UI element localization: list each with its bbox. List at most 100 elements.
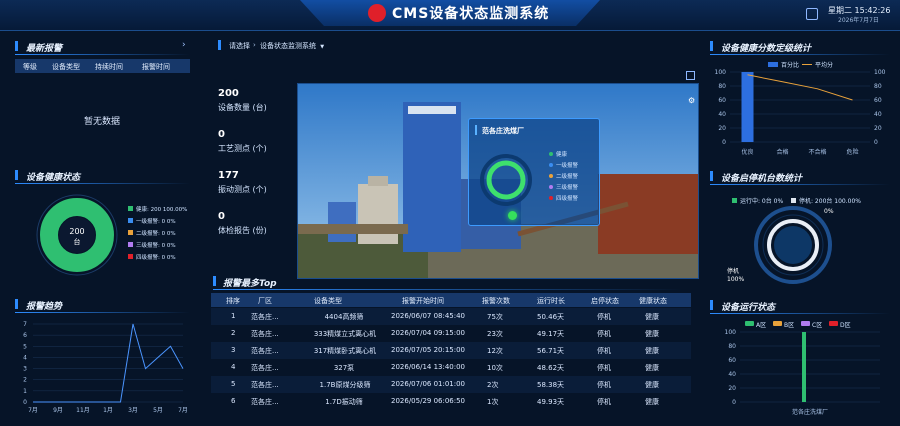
cell-run-status: 停机 <box>597 313 611 321</box>
selector-marker <box>218 40 221 50</box>
legend-stop-label: 停机: 200台 100.00% <box>799 198 861 205</box>
cell-factory: 范各庄... <box>251 313 279 321</box>
grade-avg-line <box>747 74 853 101</box>
y-tick-label-right: 80 <box>874 83 882 90</box>
table-row[interactable]: 1 范各庄... 4404高频筛 2026/06/07 08:45:40 75次… <box>211 308 691 325</box>
silo-left <box>358 184 398 244</box>
x-tick-label: 不合格 <box>808 148 826 156</box>
panel-underline <box>15 183 190 184</box>
legend-label: 二级报警 <box>556 174 579 180</box>
right-plant <box>598 174 698 254</box>
expand-icon[interactable] <box>686 71 695 80</box>
cell-factory: 范各庄... <box>251 398 279 406</box>
y-tick-label-left: 100 <box>715 69 727 76</box>
legend-swatch <box>128 218 133 223</box>
table-row[interactable]: 5 范各庄... 1.7B原煤分级筛 2026/07/06 01:01:00 2… <box>211 376 691 393</box>
warehouse <box>298 224 408 234</box>
header-date: 2026年7月7日 <box>838 17 879 24</box>
gear-icon[interactable]: ⚙ <box>688 96 695 105</box>
tower-roof <box>408 106 456 114</box>
area-bars <box>802 332 806 402</box>
panel-marker <box>710 300 713 310</box>
silo-cap <box>368 176 388 186</box>
cell-runtime: 50.46天 <box>537 313 565 321</box>
plant-name: 范各庄洗煤厂 <box>482 127 524 135</box>
top-alarm-title: 报警最多Top <box>223 279 277 289</box>
table-row[interactable]: 4 范各庄... 327泵 2026/06/14 13:40:00 10次 48… <box>211 359 691 376</box>
y-tick-label-right: 0 <box>874 139 878 146</box>
legend-label: 健康: 200 100.00% <box>136 207 188 213</box>
cell-rank: 4 <box>231 363 236 371</box>
legend-label: 一级报警 <box>556 163 579 169</box>
selector-prompt: 请选择 <box>229 42 250 50</box>
col-alarm-start: 报警开始时间 <box>402 297 444 305</box>
stat-label: 工艺测点 (个) <box>218 144 267 153</box>
x-tick-label: 9月 <box>53 407 63 414</box>
y-tick-label-left: 40 <box>718 111 726 118</box>
y-tick-label: 40 <box>728 371 736 378</box>
table-row[interactable]: 2 范各庄... 333精煤立式离心机 2026/07/04 09:15:00 … <box>211 325 691 342</box>
panel-marker <box>15 299 18 309</box>
y-tick-label: 4 <box>23 354 27 361</box>
area-chart: 100 80 60 40 20 0 范各庄洗煤厂 <box>725 329 880 416</box>
col-device-type: 设备类型 <box>52 63 80 71</box>
y-tick-label: 60 <box>728 357 736 364</box>
y-tick-label: 7 <box>23 321 27 328</box>
table-row[interactable]: 3 范各庄... 317精煤卧式离心机 2026/07/05 20:15:00 … <box>211 342 691 359</box>
panel-underline <box>15 54 190 55</box>
col-run-status: 启停状态 <box>591 297 619 305</box>
y-tick-label-left: 80 <box>718 83 726 90</box>
cell-start: 2026/07/06 01:01:00 <box>391 380 466 388</box>
company-logo <box>368 4 386 22</box>
chevron-right-icon[interactable]: › <box>182 40 186 50</box>
plant-health-ring <box>480 154 532 206</box>
calendar-icon[interactable] <box>806 8 818 20</box>
col-duration: 持续时间 <box>95 63 123 71</box>
legend-label: 四级报警: 0 0% <box>136 255 176 261</box>
system-select[interactable]: 设备状态监测系统 ▼ <box>260 41 324 51</box>
alarm-table-header: 等级 设备类型 持续时间 报警时间 <box>15 59 190 73</box>
cell-run-status: 停机 <box>597 330 611 338</box>
x-tick-label: 范各庄洗煤厂 <box>792 408 828 416</box>
legend-dot <box>549 196 553 200</box>
panel-marker <box>710 171 713 181</box>
gauge-stop-label: 停机 <box>727 268 740 275</box>
plant-popup: 范各庄洗煤厂 健康 一级报警 二级报警 三级报警 四级报警 <box>468 118 600 226</box>
cell-start: 2026/06/07 08:45:40 <box>391 312 466 320</box>
cell-rank: 5 <box>231 380 236 388</box>
cell-rank: 1 <box>231 312 236 320</box>
y-tick-label: 1 <box>23 388 27 395</box>
runstop-title: 设备启停机台数统计 <box>721 174 803 184</box>
y-tick-label-left: 0 <box>722 139 726 146</box>
cell-rank: 6 <box>231 397 236 405</box>
legend-dot <box>549 174 553 178</box>
grade-bar <box>741 72 754 142</box>
plant-location-marker[interactable] <box>508 211 517 220</box>
legend-label: 一级报警: 0 0% <box>136 219 176 225</box>
x-tick-label: 危险 <box>846 148 858 156</box>
panel-underline <box>15 312 190 313</box>
y-tick-label: 3 <box>23 366 27 373</box>
cell-count: 75次 <box>487 313 503 321</box>
stat-reports: 0 体检报告 (份) <box>218 211 267 236</box>
health-title: 设备健康状态 <box>26 173 81 183</box>
legend-run-label: 运行中: 0台 0% <box>740 198 784 205</box>
cell-count: 23次 <box>487 330 503 338</box>
col-health: 健康状态 <box>639 297 667 305</box>
col-runtime: 运行时长 <box>537 297 565 305</box>
legend-dot <box>549 152 553 156</box>
x-tick-label: 11月 <box>76 407 90 414</box>
col-factory: 厂区 <box>258 297 272 305</box>
table-row[interactable]: 6 范各庄... 1.7D振动筛 2026/05/29 06:06:50 1次 … <box>211 393 691 410</box>
latest-alarms-title: 最新报警 <box>26 44 63 54</box>
panel-underline <box>710 313 890 314</box>
legend-swatch <box>128 230 133 235</box>
panel-underline <box>710 184 890 185</box>
legend-swatch-run <box>732 198 737 203</box>
legend-swatch-stop <box>791 198 796 203</box>
cell-factory: 范各庄... <box>251 347 279 355</box>
gauge-center <box>774 226 812 264</box>
grade-chart: 100 100 80 80 60 60 40 40 20 20 0 0 优良 合格 不合格 危险 <box>715 69 886 156</box>
stat-label: 振动测点 (个) <box>218 185 267 194</box>
top-table-header: 排序 厂区 设备类型 报警开始时间 报警次数 运行时长 启停状态 健康状态 <box>211 293 691 307</box>
